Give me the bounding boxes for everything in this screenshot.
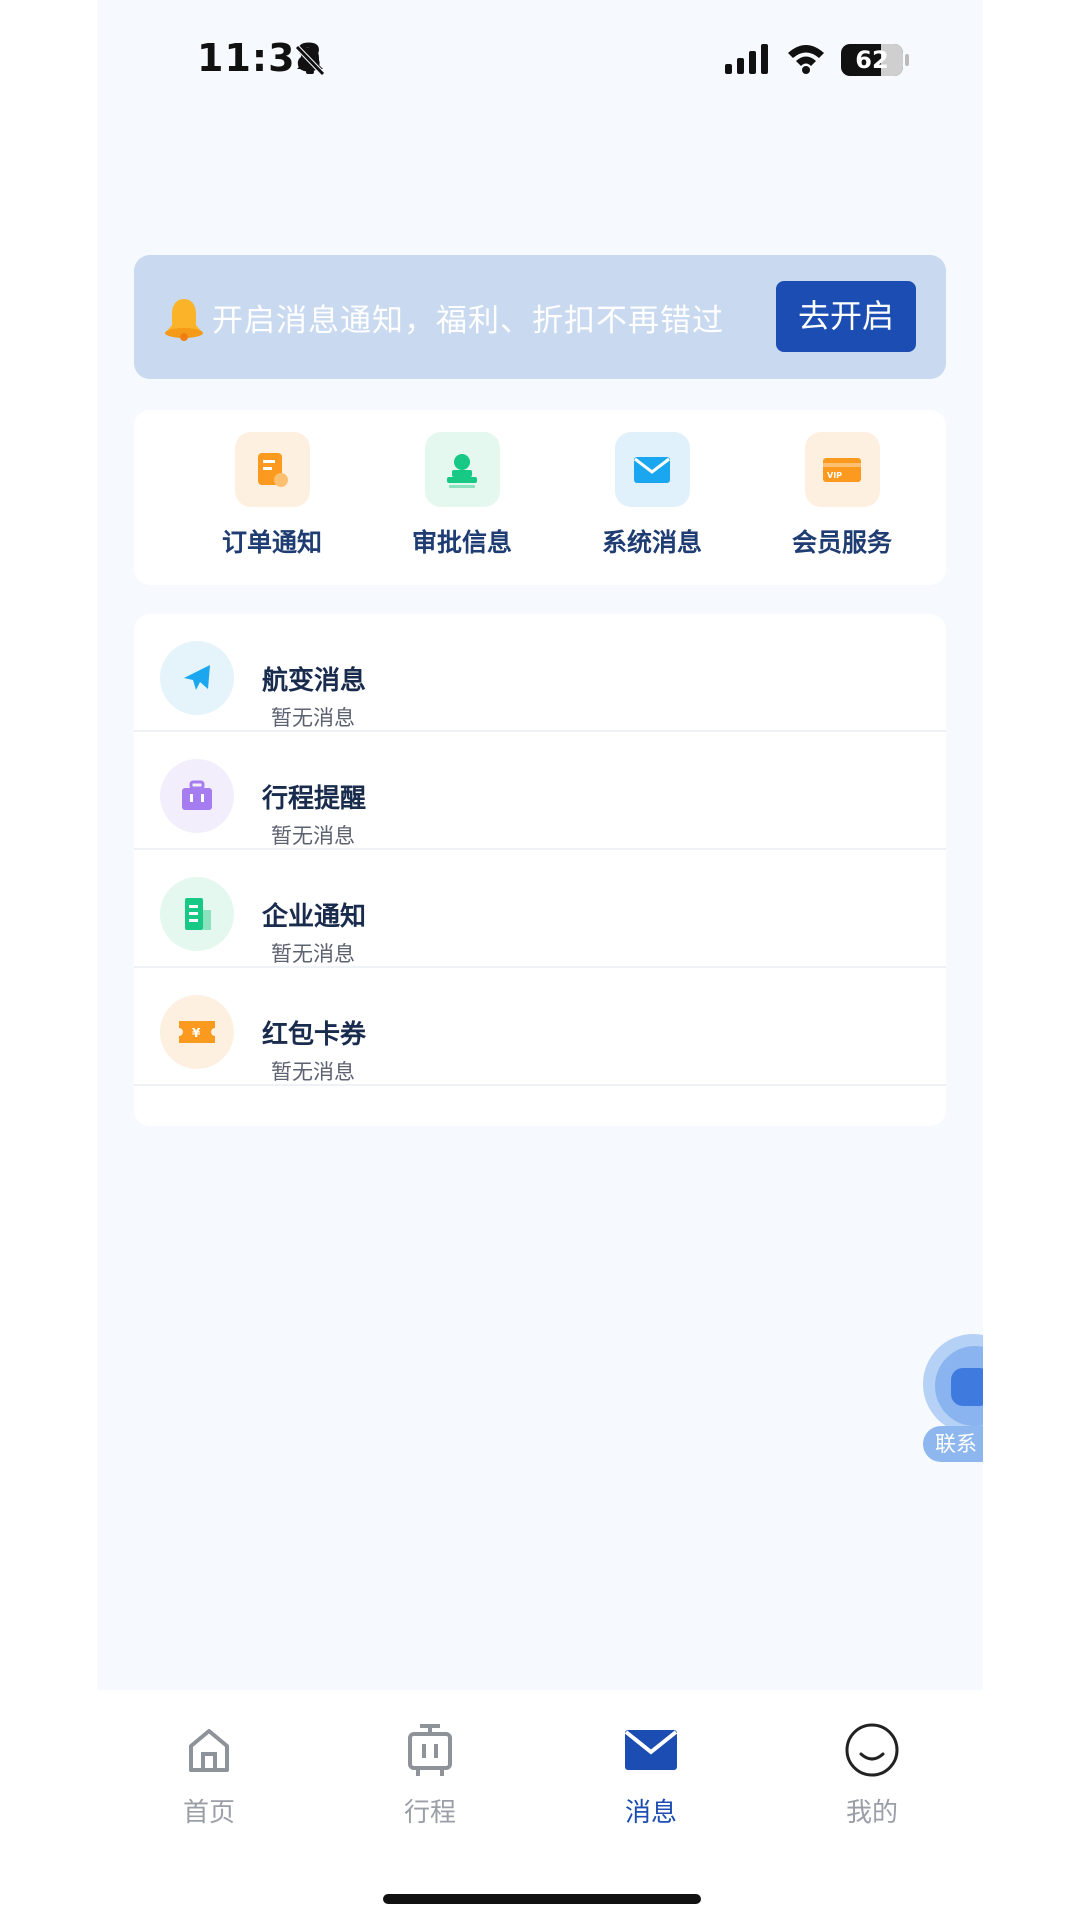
category-approval[interactable]: 审批信息 [372, 432, 552, 559]
support-label: 联系 [923, 1426, 983, 1462]
list-item[interactable]: ¥ 红包卡券 暂无消息 [134, 968, 946, 1086]
notification-banner: 开启消息通知，福利、折扣不再错过 去开启 [134, 255, 946, 379]
customer-service-button[interactable]: 联系 [923, 1334, 983, 1464]
svg-text:VIP: VIP [827, 471, 842, 480]
message-page: 11:38 62 开启消息通知，福利、折扣不再错过 去开启 订单通知 审批信息 … [97, 0, 983, 1690]
coupon-icon: ¥ [160, 995, 234, 1069]
list-item[interactable]: 航变消息 暂无消息 [134, 614, 946, 732]
mute-bell-icon [295, 45, 325, 76]
category-order[interactable]: 订单通知 [182, 432, 362, 559]
message-list: 航变消息 暂无消息 行程提醒 暂无消息 企业通知 暂无消息 ¥ 红包卡券 暂无消… [134, 614, 946, 1126]
home-indicator [383, 1894, 701, 1904]
signal-icon [725, 44, 768, 74]
tab-trip[interactable]: 行程 [360, 1718, 500, 1829]
approval-icon [424, 432, 500, 507]
category-system[interactable]: 系统消息 [562, 432, 742, 559]
category-panel: 订单通知 审批信息 系统消息 VIP 会员服务 [134, 410, 946, 585]
vip-card-icon: VIP [804, 432, 880, 507]
tab-messages[interactable]: 消息 [581, 1718, 721, 1829]
robot-icon [951, 1368, 983, 1406]
bell-icon [165, 299, 203, 341]
battery-indicator: 62 [841, 44, 903, 76]
suitcase-icon [160, 759, 234, 833]
home-icon [189, 1729, 229, 1772]
order-icon [234, 432, 310, 507]
bottom-tab-bar: 首页 行程 消息 我的 [97, 1690, 983, 1920]
banner-text: 开启消息通知，福利、折扣不再错过 [212, 303, 724, 339]
trip-icon [408, 1724, 452, 1776]
svg-text:¥: ¥ [192, 1026, 201, 1040]
message-icon [624, 1730, 678, 1770]
mail-icon [614, 432, 690, 507]
profile-icon [845, 1723, 899, 1777]
status-bar: 11:38 62 [97, 0, 983, 120]
tab-home[interactable]: 首页 [139, 1718, 279, 1829]
category-vip[interactable]: VIP 会员服务 [752, 432, 932, 559]
enable-notification-button[interactable]: 去开启 [776, 281, 916, 352]
building-icon [160, 877, 234, 951]
wifi-icon [788, 45, 824, 74]
plane-icon [160, 641, 234, 715]
tab-profile[interactable]: 我的 [802, 1718, 942, 1829]
list-item[interactable]: 企业通知 暂无消息 [134, 850, 946, 968]
list-item[interactable]: 行程提醒 暂无消息 [134, 732, 946, 850]
